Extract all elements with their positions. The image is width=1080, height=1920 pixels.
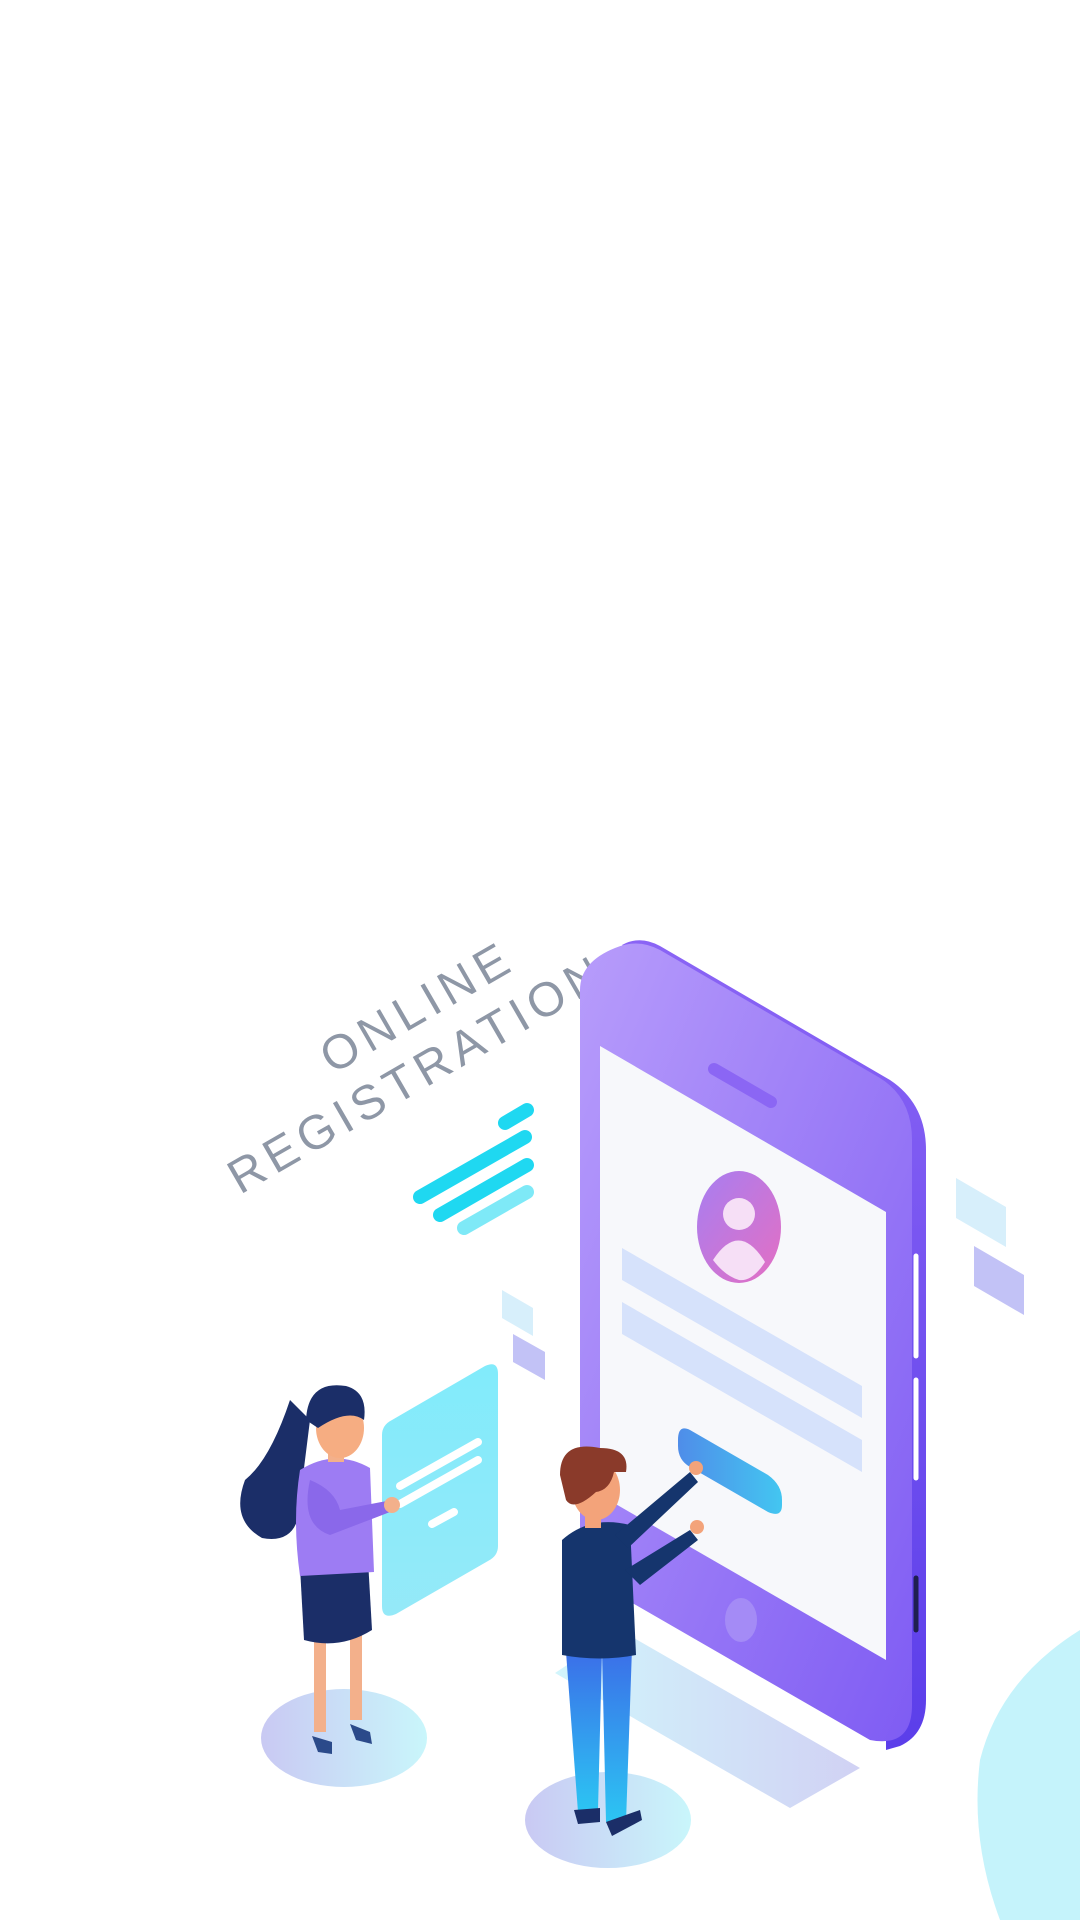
woman-platform (261, 1689, 427, 1787)
decorative-blob (977, 1630, 1080, 1920)
splash-screen: ONLINE REGISTRATION (0, 0, 1080, 1920)
floating-card (382, 1364, 498, 1616)
decorative-lines (413, 1103, 534, 1235)
headline: ONLINE REGISTRATION (219, 931, 617, 1204)
user-avatar-icon (697, 1171, 781, 1283)
online-registration-illustration: ONLINE REGISTRATION (219, 931, 1080, 1920)
